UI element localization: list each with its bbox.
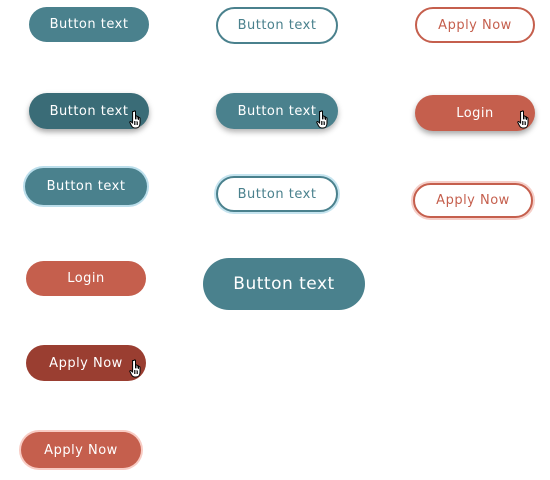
button-label: Button text [237,18,317,33]
button-label: Button text [49,103,129,119]
teal-button-hover-shadow[interactable]: Button text [216,93,338,129]
button-label: Button text [237,186,317,202]
button-label: Button text [237,103,317,119]
button-label: Apply Now [436,193,510,208]
button-label: Apply Now [44,442,118,458]
apply-now-outline-button[interactable]: Apply Now [415,7,535,43]
teal-outline-button-default[interactable]: Button text [216,7,338,44]
login-button-hover[interactable]: Login [415,95,535,131]
teal-button-focus[interactable]: Button text [25,168,147,205]
apply-now-button-focus[interactable]: Apply Now [21,432,141,468]
button-label: Login [67,271,105,286]
button-label: Button text [49,17,129,32]
teal-outline-button-focus[interactable]: Button text [216,176,338,212]
button-label: Login [456,105,494,121]
teal-button-hover[interactable]: Button text [29,93,149,129]
button-label: Apply Now [49,355,123,371]
apply-now-outline-button-focus[interactable]: Apply Now [413,183,533,218]
teal-button-default[interactable]: Button text [29,7,149,42]
button-label: Button text [233,274,335,294]
teal-button-large[interactable]: Button text [203,258,365,310]
button-label: Button text [46,179,126,194]
apply-now-button-pressed[interactable]: Apply Now [26,345,146,381]
button-states-canvas: Button text Button text Apply Now Button… [0,0,550,480]
login-button[interactable]: Login [26,261,146,296]
button-label: Apply Now [438,17,512,33]
